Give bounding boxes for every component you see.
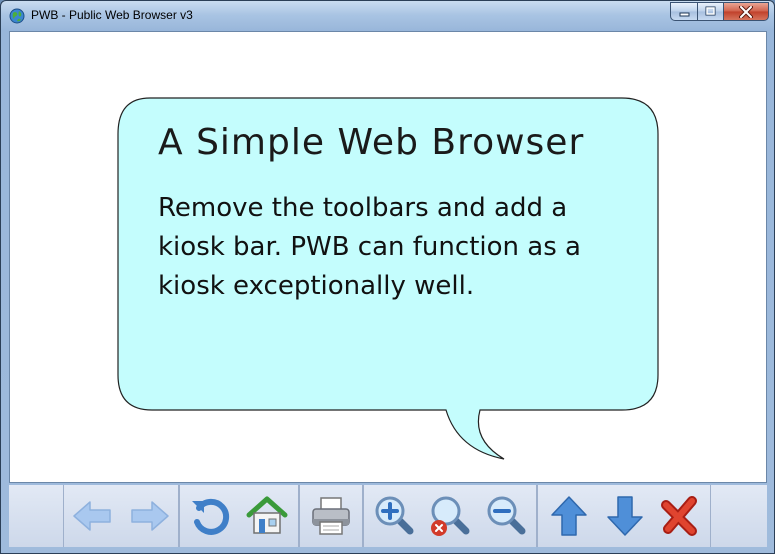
- arrow-down-icon: [607, 496, 643, 536]
- zoom-reset-button[interactable]: [428, 493, 474, 539]
- zoom-in-icon: [375, 496, 414, 535]
- printer-icon: [312, 497, 350, 535]
- arrow-right-icon: [131, 501, 169, 531]
- print-group: [299, 485, 363, 547]
- maximize-button[interactable]: [697, 2, 723, 21]
- zoom-out-icon: [487, 496, 526, 535]
- window-controls: [670, 2, 769, 21]
- minimize-icon: [679, 12, 689, 17]
- kiosk-bar: [9, 485, 767, 547]
- scroll-up-button[interactable]: [546, 493, 592, 539]
- forward-button[interactable]: [126, 493, 172, 539]
- scroll-down-button[interactable]: [602, 493, 648, 539]
- page-group: [179, 485, 299, 547]
- print-button[interactable]: [308, 493, 354, 539]
- arrow-left-icon: [73, 501, 111, 531]
- refresh-button[interactable]: [188, 493, 234, 539]
- zoom-group: [363, 485, 537, 547]
- bubble-title: A Simple Web Browser: [158, 122, 585, 163]
- close-x-icon: [661, 496, 697, 536]
- minimize-button[interactable]: [670, 2, 697, 21]
- zoom-reset-icon: [431, 496, 470, 536]
- title-bar[interactable]: PWB - Public Web Browser v3: [1, 1, 774, 31]
- home-icon: [246, 496, 288, 534]
- zoom-in-button[interactable]: [372, 493, 418, 539]
- window-title: PWB - Public Web Browser v3: [31, 8, 193, 22]
- close-icon: [739, 5, 753, 18]
- close-kiosk-button[interactable]: [658, 493, 704, 539]
- back-button[interactable]: [70, 493, 116, 539]
- globe-icon: [9, 8, 25, 24]
- bubble-body-text: Remove the toolbars and add a kiosk bar.…: [158, 193, 581, 301]
- refresh-icon: [192, 498, 230, 535]
- web-content-area[interactable]: A Simple Web Browser Remove the toolbars…: [9, 31, 767, 483]
- zoom-out-button[interactable]: [484, 493, 530, 539]
- home-button[interactable]: [244, 493, 290, 539]
- navigation-group: [63, 485, 179, 547]
- arrow-up-icon: [551, 496, 587, 536]
- maximize-icon: [705, 6, 716, 16]
- browser-window: PWB - Public Web Browser v3 A Simple Web…: [0, 0, 775, 554]
- scroll-group: [537, 485, 711, 547]
- close-window-button[interactable]: [723, 2, 769, 21]
